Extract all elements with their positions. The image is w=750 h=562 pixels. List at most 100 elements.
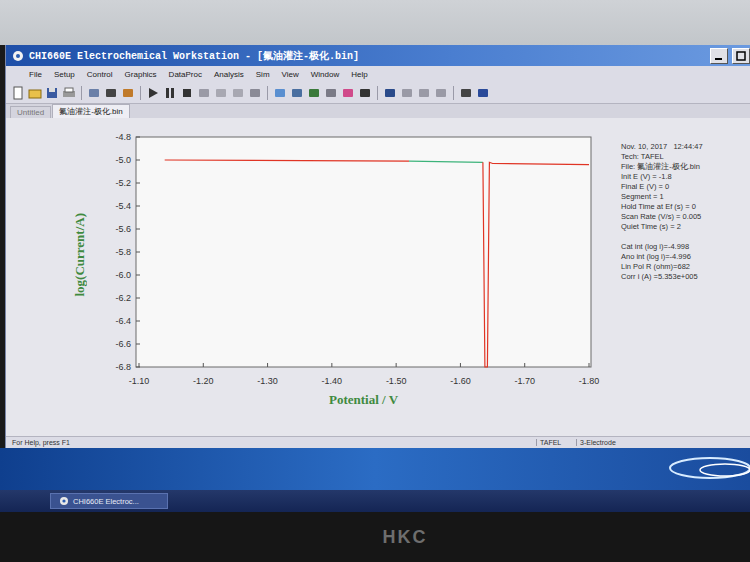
toolbar-separator	[453, 86, 454, 100]
svg-text:-5.0: -5.0	[115, 155, 131, 165]
tafel-chart: -4.8-5.0-5.2-5.4-5.6-5.8-6.0-6.2-6.4-6.6…	[96, 120, 601, 390]
toolbar-button[interactable]	[10, 85, 26, 101]
svg-text:-5.4: -5.4	[115, 201, 131, 211]
menu-item[interactable]: View	[277, 70, 304, 79]
toolbar-button[interactable]	[323, 85, 339, 101]
y-tick: -6.0	[115, 270, 140, 280]
svg-text:-5.2: -5.2	[115, 178, 131, 188]
toolbar-button[interactable]	[399, 85, 415, 101]
y-axis-label-column: log(Current/A)	[6, 120, 96, 390]
app-logo-icon	[59, 496, 69, 506]
list-icon	[459, 86, 473, 100]
plot-area	[136, 137, 591, 367]
toolbar-button[interactable]	[306, 85, 322, 101]
tab[interactable]: Untitled	[10, 106, 51, 118]
toolbar-button[interactable]	[475, 85, 491, 101]
info-line: Quiet Time (s) = 2	[621, 222, 746, 232]
minimize-icon	[714, 51, 724, 61]
toolbar-button[interactable]	[382, 85, 398, 101]
x-tick: -1.70	[514, 363, 535, 386]
toolbar-separator	[377, 86, 378, 100]
toolbar-button[interactable]	[120, 85, 136, 101]
status-technique: TAFEL	[536, 439, 576, 446]
toolbar-button[interactable]	[196, 85, 212, 101]
toolbar-button[interactable]	[230, 85, 246, 101]
y-tick: -5.0	[115, 155, 140, 165]
toolbar-button[interactable]	[44, 85, 60, 101]
tab[interactable]: 氟油灌注-极化.bin	[52, 104, 130, 118]
toolbar-button[interactable]	[145, 85, 161, 101]
run-icon	[146, 86, 160, 100]
info-line: Final E (V) = 0	[621, 182, 746, 192]
toolbar-button[interactable]	[433, 85, 449, 101]
menu-item[interactable]: Control	[82, 70, 118, 79]
svg-text:-1.70: -1.70	[514, 376, 535, 386]
menu-item[interactable]: Analysis	[209, 70, 249, 79]
toolbar-separator	[267, 86, 268, 100]
text-icon	[104, 86, 118, 100]
derivative-icon	[400, 86, 414, 100]
pause-icon	[163, 86, 177, 100]
toolbar-button[interactable]	[86, 85, 102, 101]
status-mode: 3-Electrode	[576, 439, 750, 446]
result-line: Ano int (log i)=-4.996	[621, 252, 746, 262]
toolbar-separator	[140, 86, 141, 100]
x-tick: -1.20	[193, 363, 214, 386]
menu-item[interactable]: Graphics	[120, 70, 162, 79]
y-tick: -4.8	[115, 132, 140, 142]
y-axis-label: log(Current/A)	[72, 213, 88, 297]
data-series	[483, 162, 589, 367]
y-tick: -5.6	[115, 224, 140, 234]
toolbar-button[interactable]	[247, 85, 263, 101]
window-controls	[710, 48, 750, 64]
x-tick: -1.40	[322, 363, 343, 386]
data-series	[409, 161, 483, 162]
overlay-icon	[307, 86, 321, 100]
menu-item[interactable]: Help	[346, 70, 372, 79]
toolbar-button[interactable]	[289, 85, 305, 101]
toolbar-separator	[81, 86, 82, 100]
x-tick: -1.60	[450, 363, 471, 386]
svg-text:-6.4: -6.4	[115, 316, 131, 326]
info-line: Segment = 1	[621, 192, 746, 202]
toolbar-button[interactable]	[179, 85, 195, 101]
maximize-button[interactable]	[732, 48, 750, 64]
app-logo-icon	[12, 50, 24, 62]
menu-item[interactable]: File	[24, 70, 47, 79]
new-file-icon	[11, 86, 25, 100]
y-tick: -5.4	[115, 201, 140, 211]
taskbar-button[interactable]: CHI660E Electroc...	[50, 493, 168, 509]
wallpaper-swirl-icon	[630, 448, 750, 490]
open-folder-icon	[28, 86, 42, 100]
toolbar-button[interactable]	[162, 85, 178, 101]
svg-text:-1.50: -1.50	[386, 376, 407, 386]
font-icon	[358, 86, 372, 100]
y-tick: -6.8	[115, 362, 140, 372]
menu-item[interactable]: DataProc	[164, 70, 207, 79]
x-tick: -1.30	[257, 363, 278, 386]
svg-text:-6.2: -6.2	[115, 293, 131, 303]
monitor-bezel: HKC	[0, 512, 750, 562]
toolbar-button[interactable]	[213, 85, 229, 101]
y-tick: -6.4	[115, 316, 140, 326]
menu-item[interactable]: Sim	[251, 70, 275, 79]
menu-item[interactable]: Setup	[49, 70, 80, 79]
menu-item[interactable]: Window	[306, 70, 344, 79]
toolbar-button[interactable]	[416, 85, 432, 101]
toolbar-button[interactable]	[103, 85, 119, 101]
result-line: Corr i (A) =5.353e+005	[621, 272, 746, 282]
toolbar-button[interactable]	[458, 85, 474, 101]
toolbar-button[interactable]	[340, 85, 356, 101]
desktop	[0, 448, 750, 490]
peak-icon	[324, 86, 338, 100]
svg-text:-1.10: -1.10	[129, 376, 150, 386]
graph-icon	[121, 86, 135, 100]
minimize-button[interactable]	[710, 48, 728, 64]
toolbar-button[interactable]	[357, 85, 373, 101]
svg-text:-6.8: -6.8	[115, 362, 131, 372]
toolbar-button[interactable]	[272, 85, 288, 101]
toolbar-button[interactable]	[61, 85, 77, 101]
info-panel: Nov. 10, 2017 12:44:47Tech: TAFELFile: 氟…	[601, 120, 750, 282]
toolbar-button[interactable]	[27, 85, 43, 101]
integrate-icon	[417, 86, 431, 100]
